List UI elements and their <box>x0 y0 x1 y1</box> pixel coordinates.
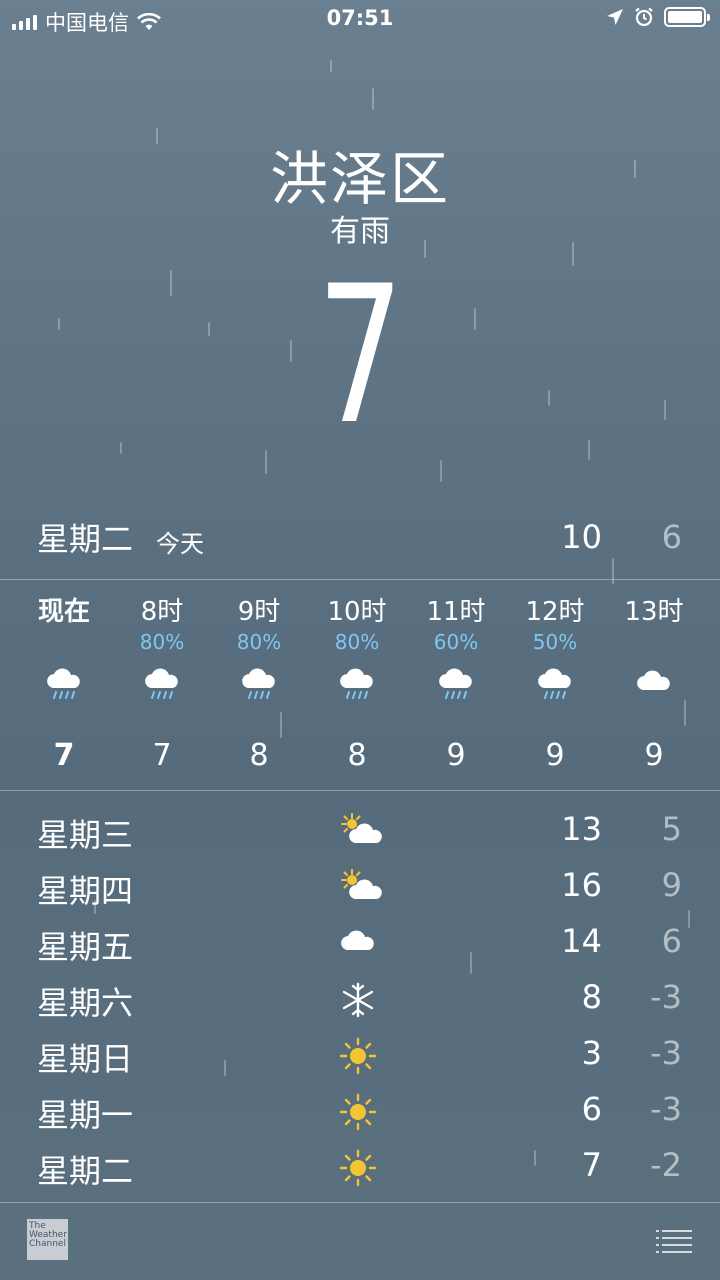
hour-label: 10时 <box>327 597 387 627</box>
daily-forecast[interactable]: 星期三 13 5 星期四 16 9 星期五 14 6 星期六 8 -3 星期日 3 -3 星期一 6 -3 星期二 7… <box>0 800 720 1202</box>
weekday-label: 星期五 <box>37 928 134 966</box>
daily-row: 星期一 6 -3 <box>0 1084 720 1140</box>
sun-icon <box>338 1092 384 1132</box>
hour-temperature: 9 <box>644 738 664 773</box>
today-high: 10 <box>561 518 602 556</box>
daily-low: 9 <box>661 866 682 904</box>
rain-cloud-icon <box>506 666 604 710</box>
daily-high: 14 <box>561 922 602 960</box>
bottom-bar: The Weather Channel <box>0 1203 720 1280</box>
hourly-item: 现在 7 <box>15 580 113 773</box>
snowflake-icon <box>338 980 384 1020</box>
hourly-item: 13时 9 <box>605 580 703 773</box>
hourly-item: 10时 80% 8 <box>308 580 406 773</box>
city-list-icon[interactable] <box>656 1229 692 1253</box>
daily-row: 星期日 3 -3 <box>0 1028 720 1084</box>
rain-cloud-icon <box>308 666 406 710</box>
rain-cloud-icon <box>407 666 505 710</box>
cloud-icon <box>338 924 384 964</box>
daily-high: 16 <box>561 866 602 904</box>
today-label: 今天 <box>156 530 204 558</box>
daily-low: 6 <box>661 922 682 960</box>
precip-chance: 80% <box>139 630 185 654</box>
today-weekday: 星期二 <box>37 520 134 558</box>
daily-high: 8 <box>581 978 602 1016</box>
hour-label: 现在 <box>37 597 90 627</box>
weekday-label: 星期二 <box>37 1152 134 1190</box>
hour-label: 12时 <box>525 597 585 627</box>
hour-label: 9时 <box>237 597 281 627</box>
hour-label: 11时 <box>426 597 486 627</box>
hour-temperature: 8 <box>249 738 269 773</box>
weekday-label: 星期六 <box>37 984 134 1022</box>
daily-low: -2 <box>650 1146 682 1184</box>
daily-high: 7 <box>581 1146 602 1184</box>
hourly-item: 8时 80% 7 <box>113 580 211 773</box>
current-condition: 有雨 <box>330 214 390 249</box>
rain-cloud-icon <box>15 666 113 710</box>
weather-channel-logo[interactable]: The Weather Channel <box>27 1219 68 1260</box>
hour-temperature: 9 <box>446 738 466 773</box>
daily-low: -3 <box>650 1034 682 1072</box>
partly-sunny-icon <box>338 868 384 908</box>
hourly-forecast[interactable]: 现在 7 8时 80% 7 9时 80% 8 10时 80% 8 11时 60% 9 12时 50% 9 13时 9 <box>0 580 720 790</box>
battery-icon <box>664 7 710 27</box>
hour-temperature: 9 <box>545 738 565 773</box>
daily-high: 3 <box>581 1034 602 1072</box>
rain-cloud-icon <box>113 666 211 710</box>
daily-row: 星期六 8 -3 <box>0 972 720 1028</box>
precip-chance: 80% <box>236 630 282 654</box>
hour-temperature: 8 <box>347 738 367 773</box>
daily-high: 6 <box>581 1090 602 1128</box>
hourly-item: 11时 60% 9 <box>407 580 505 773</box>
weekday-label: 星期一 <box>37 1096 134 1134</box>
weekday-label: 星期日 <box>37 1040 134 1078</box>
divider <box>0 790 720 791</box>
city-name: 洪泽区 <box>269 145 450 213</box>
precip-chance: 80% <box>334 630 380 654</box>
alarm-icon <box>635 7 653 27</box>
daily-low: 5 <box>661 810 682 848</box>
precip-chance: 60% <box>433 630 479 654</box>
today-summary: 星期二 今天 10 6 <box>0 514 720 564</box>
daily-high: 13 <box>561 810 602 848</box>
hourly-item: 9时 80% 8 <box>210 580 308 773</box>
weekday-label: 星期三 <box>37 816 134 854</box>
precip-chance: 50% <box>532 630 578 654</box>
hour-temperature: 7 <box>152 738 172 773</box>
hourly-item: 12时 50% 9 <box>506 580 604 773</box>
sun-icon <box>338 1036 384 1076</box>
daily-row: 星期二 7 -2 <box>0 1140 720 1196</box>
daily-row: 星期四 16 9 <box>0 860 720 916</box>
hour-label: 8时 <box>140 597 184 627</box>
precip-chance <box>15 630 113 658</box>
location-arrow-icon <box>607 9 623 25</box>
status-bar: 中国电信 07:51 <box>0 0 720 40</box>
precip-chance <box>605 630 703 658</box>
daily-low: -3 <box>650 1090 682 1128</box>
partly-sunny-icon <box>338 812 384 852</box>
daily-row: 星期五 14 6 <box>0 916 720 972</box>
hour-label: 13时 <box>624 597 684 627</box>
hour-temperature: 7 <box>53 738 75 773</box>
sun-icon <box>338 1148 384 1188</box>
daily-low: -3 <box>650 978 682 1016</box>
today-low: 6 <box>661 518 682 556</box>
cloud-icon <box>605 666 703 710</box>
rain-cloud-icon <box>210 666 308 710</box>
weekday-label: 星期四 <box>37 872 134 910</box>
daily-row: 星期三 13 5 <box>0 804 720 860</box>
current-temperature: 7 <box>316 245 404 466</box>
